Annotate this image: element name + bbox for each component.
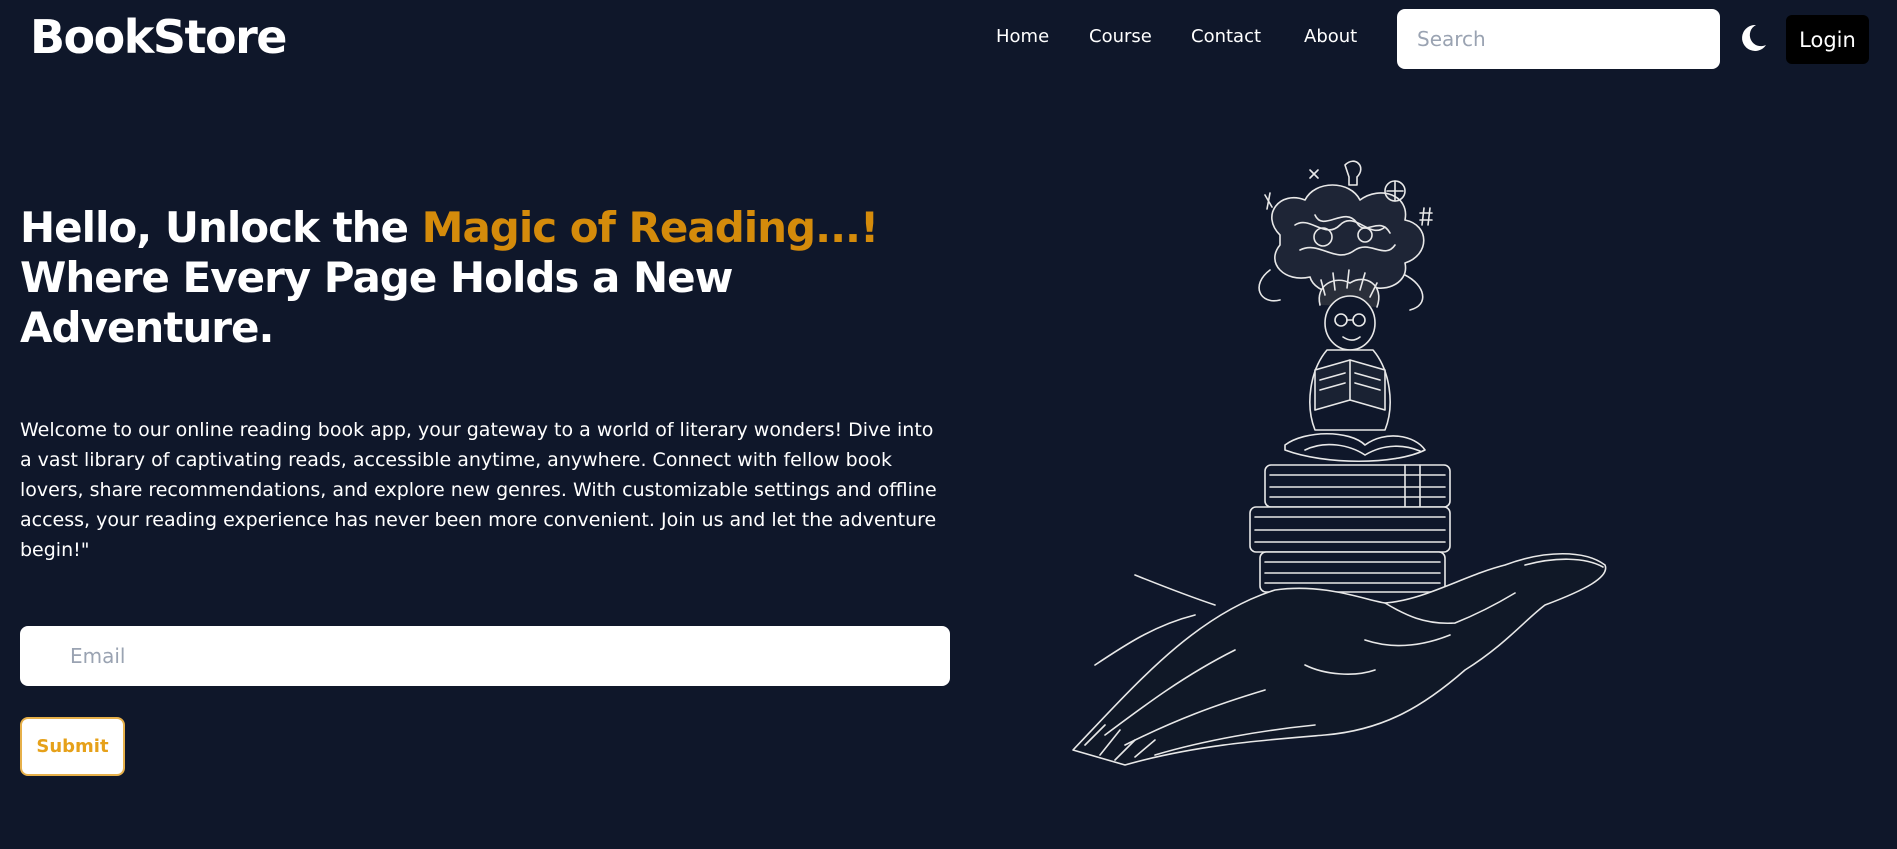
- nav-home[interactable]: Home: [996, 26, 1049, 47]
- hero-title-prefix: Hello, Unlock the: [20, 203, 422, 252]
- nav-course[interactable]: Course: [1089, 26, 1152, 47]
- email-input[interactable]: [20, 626, 950, 686]
- brand-logo[interactable]: BookStore: [30, 10, 287, 64]
- nav-about[interactable]: About: [1304, 26, 1357, 47]
- search-input[interactable]: [1397, 9, 1720, 69]
- nav-contact[interactable]: Contact: [1191, 26, 1261, 47]
- hero-description: Welcome to our online reading book app, …: [20, 419, 937, 561]
- moon-icon[interactable]: [1736, 21, 1770, 55]
- navbar: BookStore Home Course Contact About Logi…: [0, 0, 1897, 78]
- login-button[interactable]: Login: [1786, 15, 1869, 64]
- submit-button[interactable]: Submit: [20, 717, 125, 776]
- hero-title-accent: Magic of Reading...!: [421, 203, 879, 252]
- hero-title: Hello, Unlock the Magic of Reading...! Wh…: [20, 203, 920, 353]
- reader-illustration: [1072, 160, 1607, 766]
- hero-title-suffix: Where Every Page Holds a New Adventure.: [20, 253, 733, 352]
- email-field-wrapper: [20, 626, 950, 686]
